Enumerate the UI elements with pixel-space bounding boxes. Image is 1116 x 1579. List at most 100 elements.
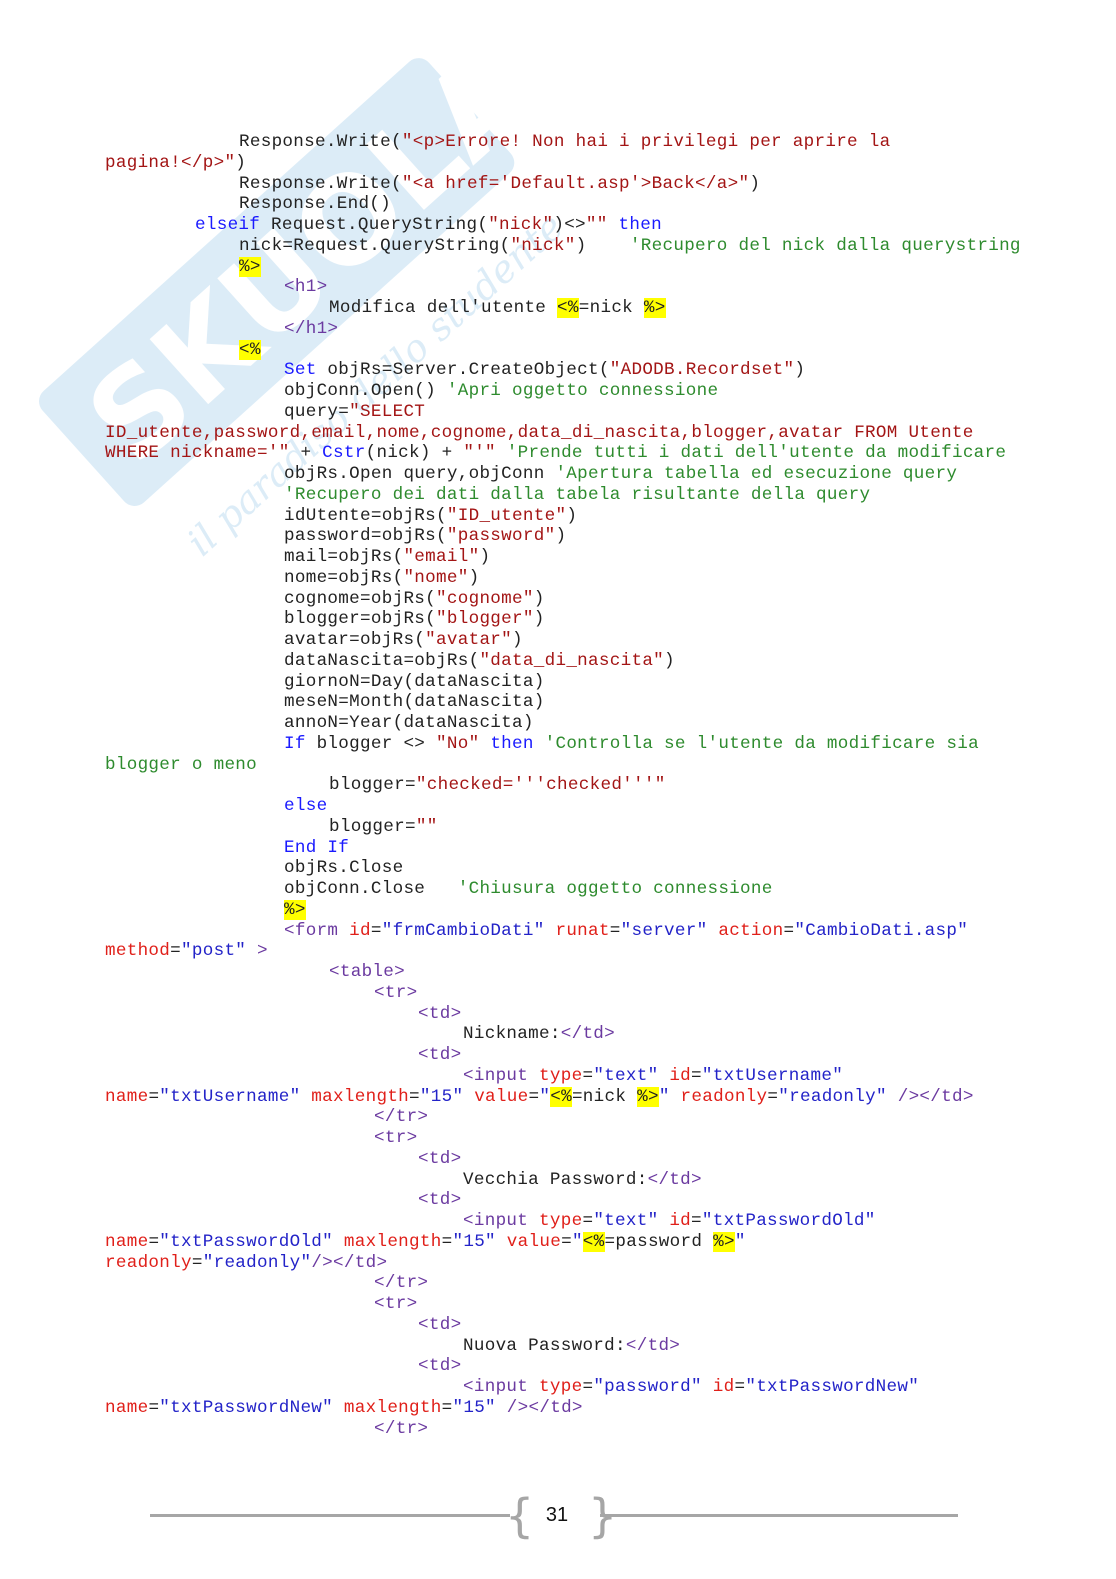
code-token: type	[528, 1065, 583, 1086]
code-token: </td>	[647, 1169, 702, 1190]
code-token: )	[555, 526, 567, 547]
code-token: "txtUsername"	[159, 1086, 301, 1107]
footer-rule-right	[600, 1514, 958, 1517]
code-line: query="SELECT	[105, 402, 1021, 423]
code-token: runat	[544, 920, 610, 941]
code-token: "readonly"	[202, 1252, 312, 1273]
code-line: objConn.Open() 'Apri oggetto connessione	[105, 381, 1021, 402]
code-line: mail=objRs("email")	[105, 547, 1021, 568]
code-token: idUtente=objRs(	[284, 505, 447, 526]
code-line: Set objRs=Server.CreateObject("ADODB.Rec…	[105, 360, 1021, 381]
code-token: objRs=Server.CreateObject(	[316, 360, 610, 381]
code-token: <%	[582, 1231, 605, 1252]
code-token: Nuova Password:	[463, 1335, 626, 1356]
code-line: name="txtPasswordOld" maxlength="15" val…	[105, 1231, 1021, 1253]
code-token: <td>	[418, 1045, 462, 1065]
code-token: "password"	[593, 1377, 702, 1397]
code-token: "txtPasswordOld"	[701, 1211, 876, 1231]
code-token: )	[533, 609, 545, 630]
code-token: "cognome"	[436, 588, 534, 609]
code-token: Nickname:	[463, 1024, 561, 1045]
code-line: Vecchia Password:</td>	[105, 1170, 1021, 1191]
code-token: dataNascita=objRs(	[284, 650, 480, 671]
code-token: <td>	[418, 1003, 462, 1024]
code-token: Response.End()	[239, 194, 392, 215]
code-token: giornoN=Day(dataNascita)	[284, 671, 545, 692]
code-line: giornoN=Day(dataNascita)	[105, 672, 1021, 693]
code-token: "ID_utente"	[446, 505, 567, 526]
code-token: objRs.Close	[284, 858, 404, 879]
code-token: )<>	[553, 215, 586, 235]
code-token: <td>	[418, 1314, 462, 1335]
code-token: WHERE nickname='"	[105, 443, 290, 464]
code-token: +	[289, 443, 323, 464]
code-token: maxlength	[300, 1086, 410, 1107]
code-token: End If	[284, 837, 350, 858]
code-token: "ADODB.Recordset"	[609, 360, 795, 381]
code-line: <td>	[105, 1190, 1021, 1211]
code-line: <tr>	[105, 983, 1021, 1004]
code-token: >	[246, 941, 268, 962]
code-token: <td>	[418, 1190, 462, 1211]
code-line: name="txtPasswordNew" maxlength="15" /><…	[105, 1398, 1021, 1419]
page-number: 31	[545, 1504, 569, 1526]
code-token: objConn.Close	[284, 879, 458, 899]
code-line: Response.Write("<a href='Default.asp'>Ba…	[105, 174, 1021, 195]
code-token: maxlength	[333, 1231, 442, 1252]
code-token: "data_di_nascita"	[479, 650, 665, 671]
code-token: elseif	[195, 215, 261, 235]
code-token: =	[191, 1252, 203, 1273]
code-token: <table>	[329, 962, 406, 982]
code-line: ID_utente,password,email,nome,cognome,da…	[105, 423, 1021, 444]
code-token: "<a href='Default.asp'>Back</a>"	[401, 173, 750, 194]
code-line: objConn.Close 'Chiusura oggetto connessi…	[105, 879, 1021, 900]
code-token: <tr>	[374, 1294, 418, 1314]
code-token: =	[609, 920, 621, 941]
code-token: </tr>	[374, 1273, 429, 1294]
code-token: =	[691, 1211, 702, 1231]
code-line: <input type="password" id="txtPasswordNe…	[105, 1377, 1021, 1398]
code-line: <td>	[105, 1004, 1021, 1025]
code-line: blogger=objRs("blogger")	[105, 609, 1021, 630]
code-token: "txtPasswordNew"	[159, 1397, 334, 1418]
code-token: name	[105, 1397, 149, 1418]
code-token: readonly	[105, 1252, 192, 1273]
code-token: mail=objRs(	[284, 547, 404, 567]
code-token: %>	[713, 1231, 735, 1252]
code-token: =	[528, 1086, 540, 1107]
code-token: annoN=Year(dataNascita)	[284, 713, 534, 733]
code-token: "nick"	[510, 235, 576, 256]
code-token: ID_utente,password,email,nome,cognome,da…	[105, 422, 974, 443]
code-token: "txtPasswordOld"	[159, 1231, 334, 1252]
code-token: blogger=	[329, 816, 416, 837]
code-token: password=objRs(	[284, 526, 447, 547]
code-token: meseN=Month(dataNascita)	[284, 692, 545, 713]
code-token: value	[495, 1231, 562, 1252]
code-token: )	[512, 630, 523, 650]
code-token: <tr>	[374, 1128, 418, 1148]
code-line: <table>	[105, 962, 1021, 983]
code-token: "text"	[593, 1065, 659, 1086]
code-line: <tr>	[105, 1294, 1021, 1315]
code-token: <input	[463, 1065, 529, 1086]
code-line: <tr>	[105, 1128, 1021, 1149]
code-token: Response.Write(	[239, 132, 402, 152]
code-line: readonly="readonly"/></td>	[105, 1253, 1021, 1274]
code-line: </tr>	[105, 1273, 1021, 1294]
code-line: <%	[105, 339, 1021, 361]
code-token: "SELECT	[349, 401, 426, 422]
code-token: name	[105, 1231, 149, 1252]
code-token: =	[370, 920, 382, 941]
code-token: readonly	[669, 1086, 768, 1107]
code-token: blogger o meno	[105, 754, 258, 775]
code-token: "15"	[452, 1231, 496, 1252]
code-token: Request.QueryString(	[260, 215, 489, 235]
code-token: =	[734, 1377, 746, 1397]
code-line: password=objRs("password")	[105, 526, 1021, 547]
code-token: type	[528, 1377, 583, 1397]
code-line: <h1>	[105, 277, 1021, 298]
code-line: dataNascita=objRs("data_di_nascita")	[105, 651, 1021, 672]
code-token: =	[148, 1397, 160, 1418]
code-token: "readonly"	[778, 1086, 887, 1107]
